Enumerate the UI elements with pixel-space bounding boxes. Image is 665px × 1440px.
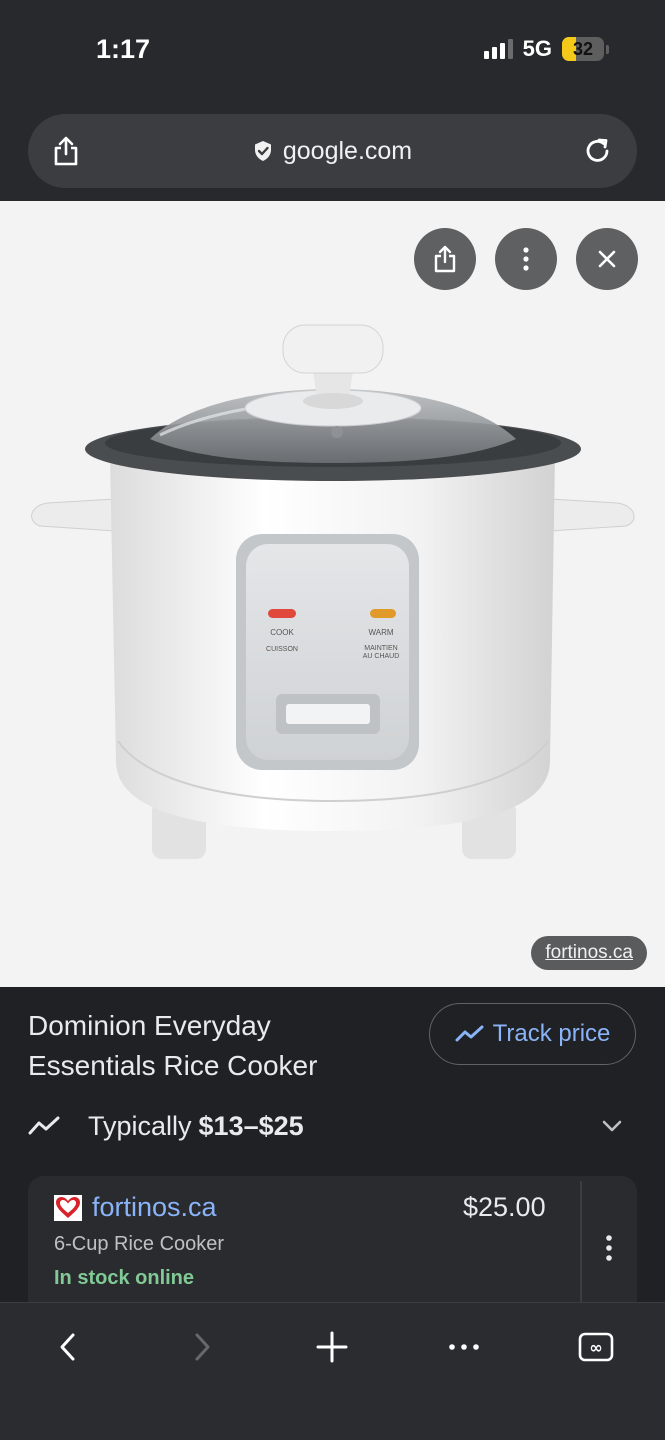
status-time: 1:17 bbox=[96, 34, 151, 64]
new-tab-icon bbox=[316, 1331, 348, 1363]
panel-label-cuisson: CUISSON bbox=[266, 646, 298, 653]
new-tab-button[interactable] bbox=[310, 1325, 354, 1369]
chevron-down-icon[interactable] bbox=[600, 1114, 624, 1138]
battery-level: 32 bbox=[572, 38, 594, 59]
merchant-logo-icon bbox=[54, 1194, 82, 1221]
product-image-viewer[interactable]: COOK CUISSON WARM MAINTIEN AU CHAUD fort… bbox=[0, 201, 665, 987]
panel-label-warm: WARM bbox=[368, 628, 393, 637]
stock-status: In stock online bbox=[54, 1267, 195, 1289]
url-text: google.com bbox=[282, 136, 413, 165]
more-button[interactable] bbox=[442, 1325, 486, 1369]
tabs-button[interactable]: ∞ bbox=[574, 1325, 618, 1369]
panel-label-maintien: MAINTIEN bbox=[364, 645, 397, 652]
typical-label: Typically bbox=[88, 1110, 192, 1141]
panel-label-au-chaud: AU CHAUD bbox=[363, 653, 400, 660]
product-title-line2: Essentials Rice Cooker bbox=[28, 1050, 318, 1081]
product-title: Dominion Everyday Essentials Rice Cooker bbox=[28, 1006, 408, 1086]
panel-label-cook: COOK bbox=[270, 628, 294, 637]
merchant-name[interactable]: fortinos.ca bbox=[92, 1192, 217, 1223]
product-title-line1: Dominion Everyday bbox=[28, 1010, 271, 1041]
url-display[interactable]: google.com bbox=[253, 137, 412, 166]
merchant-row[interactable]: fortinos.ca bbox=[54, 1192, 217, 1223]
battery-icon: 32 bbox=[562, 37, 604, 61]
status-indicators: 5G 32 bbox=[483, 36, 609, 62]
browser-toolbar: ∞ bbox=[0, 1302, 665, 1440]
typical-range: $13–$25 bbox=[198, 1110, 304, 1141]
signal-icon bbox=[483, 39, 513, 59]
url-bar[interactable]: google.com bbox=[28, 114, 637, 188]
share-icon[interactable] bbox=[52, 136, 80, 166]
back-icon bbox=[60, 1333, 75, 1361]
browser-header: 1:17 5G 32 google.com bbox=[0, 0, 665, 201]
forward-button[interactable] bbox=[180, 1325, 224, 1369]
track-price-label: Track price bbox=[492, 1020, 611, 1047]
offer-description: 6-Cup Rice Cooker bbox=[54, 1233, 225, 1255]
more-vert-icon[interactable] bbox=[604, 1234, 614, 1262]
image-source-chip[interactable]: fortinos.ca bbox=[531, 936, 647, 970]
price-trend-icon bbox=[28, 1116, 60, 1135]
track-price-button[interactable]: Track price bbox=[429, 1003, 636, 1065]
rice-cooker-image: COOK CUISSON WARM MAINTIEN AU CHAUD bbox=[31, 324, 635, 859]
forward-icon bbox=[195, 1333, 210, 1361]
tabs-count: ∞ bbox=[589, 1338, 602, 1357]
offer-price: $25.00 bbox=[463, 1192, 546, 1222]
trending-icon bbox=[455, 1025, 484, 1042]
reload-icon[interactable] bbox=[583, 136, 613, 166]
tabs-icon: ∞ bbox=[578, 1332, 614, 1362]
offer-card[interactable]: fortinos.ca $25.00 6-Cup Rice Cooker In … bbox=[28, 1176, 637, 1316]
shield-icon bbox=[254, 141, 271, 161]
back-button[interactable] bbox=[46, 1325, 90, 1369]
network-type: 5G bbox=[522, 36, 552, 61]
card-divider bbox=[580, 1181, 582, 1307]
typical-price-row[interactable]: Typically $13–$25 bbox=[28, 1106, 638, 1146]
more-icon bbox=[449, 1344, 479, 1350]
